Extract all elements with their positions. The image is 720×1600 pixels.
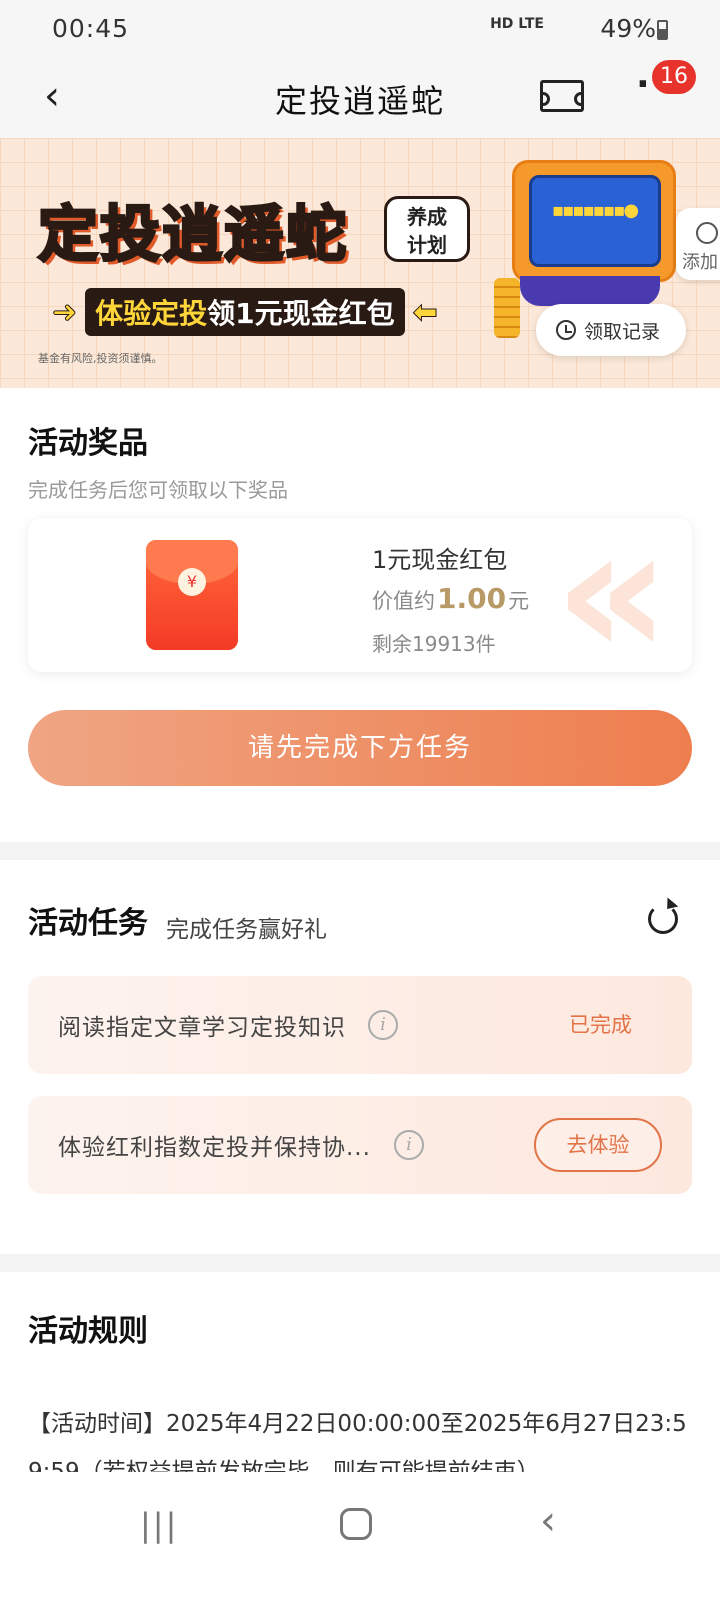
add-widget-label: 添加 [682, 252, 718, 273]
prize-value-amount: 1.00 [437, 582, 507, 615]
task-label: 阅读指定文章学习定投知识 [58, 1015, 346, 1041]
banner-subtitle-rest: 领1元现金红包 [207, 297, 395, 330]
coin-stack-illustration [494, 278, 520, 338]
claim-records-button[interactable]: 领取记录 [536, 304, 686, 356]
snake-game-icon: ▪▪▪▪▪▪▪● [552, 200, 639, 221]
complete-tasks-button[interactable]: 请先完成下方任务 [28, 710, 692, 786]
add-widget-button[interactable]: 添加 [676, 208, 720, 280]
yuan-coin-icon: ¥ [178, 568, 206, 596]
prize-remaining: 剩余19913件 [372, 632, 496, 656]
system-navigation-bar: ||| ‹ [0, 1472, 720, 1600]
plan-label-line2: 计划 [407, 233, 447, 257]
red-envelope-icon: ¥ [146, 540, 238, 650]
page-title: 定投逍遥蛇 [274, 82, 445, 120]
prize-card: « ¥ 1元现金红包 价值约1.00元 剩余19913件 [28, 518, 692, 672]
section-divider [0, 842, 720, 860]
prize-value-unit: 元 [508, 589, 530, 613]
notification-badge: 16 [652, 60, 696, 94]
prize-value-prefix: 价值约 [372, 589, 435, 613]
promo-banner: 定投逍遥蛇 养成 计划 ➜ 体验定投领1元现金红包 ⬅ 基金有风险,投资须谨慎。… [0, 138, 720, 388]
banner-title: 定投逍遥蛇 [37, 199, 348, 272]
arrow-right-icon: ➜ [51, 294, 78, 330]
computer-screen: ▪▪▪▪▪▪▪● [529, 175, 661, 267]
plan-label: 养成 计划 [384, 196, 470, 262]
home-icon[interactable] [340, 1508, 372, 1540]
computer-base-illustration [520, 276, 660, 306]
task-item-try-investment: 体验红利指数定投并保持协... i 去体验 [28, 1096, 692, 1194]
clock-icon [696, 222, 718, 244]
tasks-section-title: 活动任务 [28, 906, 148, 941]
risk-disclaimer: 基金有风险,投资须谨慎。 [38, 352, 163, 365]
rules-section-title: 活动规则 [28, 1314, 148, 1349]
battery-icon [657, 20, 668, 40]
section-divider [0, 1254, 720, 1272]
computer-illustration: ▪▪▪▪▪▪▪● [512, 160, 676, 282]
banner-subtitle-highlight: 体验定投 [95, 297, 208, 330]
task-status-completed: 已完成 [569, 1013, 632, 1037]
prize-name: 1元现金红包 [372, 546, 508, 574]
plan-label-line1: 养成 [407, 205, 447, 229]
battery-percent: 49% [600, 14, 656, 43]
task-item-read-article: 阅读指定文章学习定投知识 i 已完成 [28, 976, 692, 1074]
banner-subtitle: ➜ 体验定投领1元现金红包 ⬅ [51, 288, 438, 336]
refresh-icon[interactable] [648, 904, 678, 934]
prize-value: 价值约1.00元 [372, 582, 529, 615]
arrow-left-icon: ⬅ [412, 294, 438, 330]
status-time: 00:45 [52, 14, 130, 43]
prizes-section-subtitle: 完成任务后您可领取以下奖品 [28, 478, 288, 502]
chevron-decoration-icon: « [554, 518, 671, 672]
info-icon[interactable]: i [394, 1130, 424, 1160]
prizes-section-title: 活动奖品 [28, 426, 148, 461]
status-bar: 00:45 HD LTE 49% [0, 0, 720, 60]
try-now-button[interactable]: 去体验 [534, 1118, 662, 1172]
top-navigation-bar: ‹ 定投逍遥蛇 ··· 16 [0, 60, 720, 138]
history-icon [556, 320, 576, 340]
task-label: 体验红利指数定投并保持协... [58, 1135, 371, 1161]
tasks-section-subtitle: 完成任务赢好礼 [166, 917, 327, 943]
system-back-icon[interactable]: ‹ [540, 1498, 556, 1544]
network-indicators: HD LTE [490, 16, 544, 32]
claim-records-label: 领取记录 [584, 320, 661, 343]
recent-apps-icon[interactable]: ||| [140, 1506, 178, 1544]
ticket-icon[interactable] [540, 80, 584, 112]
info-icon[interactable]: i [368, 1010, 398, 1040]
banner-subtitle-text: 体验定投领1元现金红包 [85, 288, 405, 336]
